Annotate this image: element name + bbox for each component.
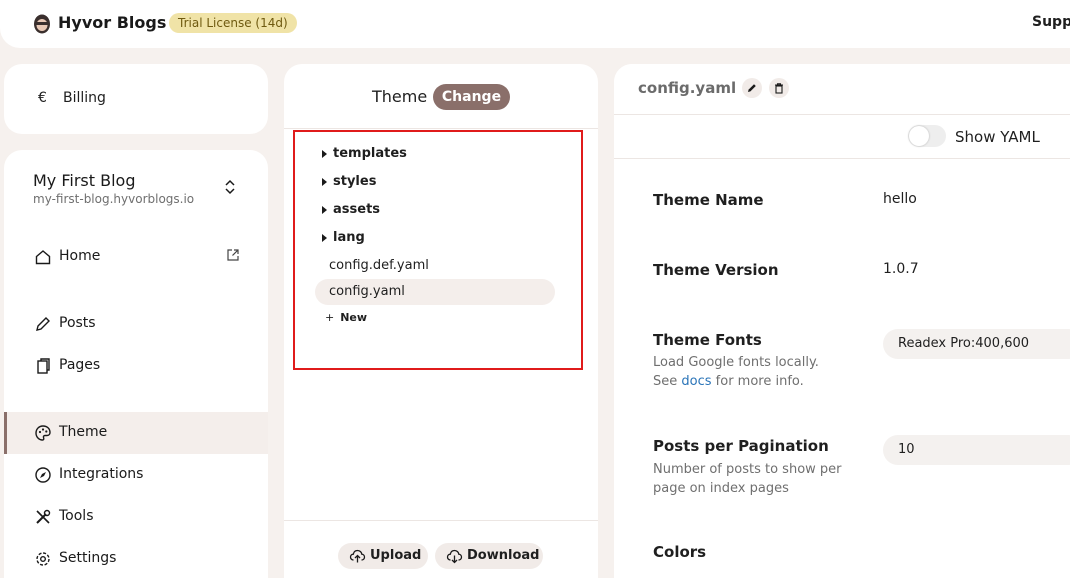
gear-icon (36, 552, 50, 566)
tree-file-config-def-yaml[interactable]: config.def.yaml (315, 253, 555, 279)
blog-url: my-first-blog.hyvorblogs.io (33, 192, 195, 206)
blog-name[interactable]: My First Blog (33, 171, 135, 190)
theme-name-value: hello (883, 191, 917, 207)
upload-button[interactable]: Upload (338, 543, 428, 569)
sidebar-item-label: Pages (59, 357, 101, 373)
divider (284, 128, 598, 129)
sidebar-item-label: Integrations (59, 466, 144, 482)
pages-icon (37, 358, 50, 374)
theme-version-label: Theme Version (653, 261, 779, 279)
hyvor-logo-icon (34, 14, 50, 34)
app-title: Hyvor Blogs (58, 13, 167, 32)
folder-name: assets (333, 202, 381, 217)
description-line: Load Google fonts locally. (653, 355, 819, 370)
file-tree: templates styles assets lang config.def.… (293, 130, 583, 370)
new-file-button[interactable]: + New (325, 311, 367, 324)
config-file-name: config.yaml (638, 79, 737, 97)
delete-button[interactable] (769, 78, 789, 98)
caret-right-icon (322, 178, 327, 186)
description-suffix: for more info. (715, 374, 804, 389)
trash-icon (775, 83, 783, 94)
plus-icon: + (325, 311, 335, 324)
folder-name: lang (333, 230, 365, 245)
trial-license-badge[interactable]: Trial License (14d) (169, 13, 297, 33)
upload-label: Upload (370, 548, 422, 563)
theme-panel-title: Theme (372, 87, 428, 106)
sidebar-item-label: Home (59, 248, 101, 264)
download-button[interactable]: Download (435, 543, 543, 569)
rename-button[interactable] (742, 78, 762, 98)
sidebar-item-posts[interactable]: Posts (4, 303, 268, 345)
colors-label: Colors (653, 543, 707, 561)
sidebar-item-tools[interactable]: Tools (4, 496, 268, 538)
euro-icon: € (38, 90, 47, 106)
divider (614, 158, 1070, 159)
toggle-knob (909, 126, 929, 146)
cloud-upload-icon (349, 549, 366, 563)
theme-fonts-label: Theme Fonts (653, 331, 762, 349)
caret-right-icon (322, 206, 327, 214)
posts-per-pagination-input[interactable]: 10 (883, 435, 1070, 465)
external-link-icon[interactable] (226, 248, 240, 262)
theme-files-panel: Theme Change templates styles assets lan… (284, 64, 598, 578)
blog-switcher-icon[interactable] (222, 178, 238, 196)
support-link[interactable]: Suppo (1032, 14, 1070, 30)
folder-name: styles (333, 174, 377, 189)
top-bar: Hyvor Blogs Trial License (14d) Suppo (0, 0, 1070, 48)
palette-icon (35, 425, 51, 441)
posts-per-pagination-label: Posts per Pagination (653, 437, 829, 455)
sidebar-item-label: Settings (59, 550, 117, 566)
sidebar-item-pages[interactable]: Pages (4, 345, 268, 387)
posts-per-pagination-description: Number of posts to show per page on inde… (653, 462, 842, 496)
sidebar-nav: My First Blog my-first-blog.hyvorblogs.i… (4, 150, 268, 578)
caret-right-icon (322, 234, 327, 242)
sidebar-item-label: Tools (59, 508, 94, 524)
divider (614, 114, 1070, 115)
docs-link[interactable]: docs (681, 374, 711, 389)
tree-file-config-yaml[interactable]: config.yaml (315, 279, 555, 305)
download-label: Download (467, 548, 540, 563)
billing-label: Billing (63, 90, 106, 106)
integrations-icon (35, 467, 51, 483)
theme-fonts-description: Load Google fonts locally. See docs for … (653, 353, 863, 391)
divider (284, 520, 598, 521)
caret-right-icon (322, 150, 327, 158)
home-icon (35, 250, 51, 265)
change-theme-button[interactable]: Change (433, 84, 510, 110)
sidebar-item-label: Posts (59, 315, 96, 331)
billing-card[interactable]: € Billing (4, 64, 268, 134)
sidebar-item-label: Theme (59, 424, 108, 440)
sidebar-item-settings[interactable]: Settings (4, 538, 268, 578)
description-line: See docs for more info. (653, 372, 863, 391)
folder-name: templates (333, 146, 407, 161)
new-label: New (340, 311, 368, 324)
config-header: config.yaml (614, 64, 1070, 114)
theme-version-value: 1.0.7 (883, 261, 919, 277)
pencil-icon (36, 317, 50, 331)
sidebar-item-home[interactable]: Home (4, 236, 268, 278)
sidebar-item-theme[interactable]: Theme (4, 412, 268, 454)
cloud-download-icon (446, 549, 463, 564)
pencil-icon (748, 84, 756, 92)
theme-name-label: Theme Name (653, 191, 764, 209)
show-yaml-label: Show YAML (955, 128, 1040, 146)
tools-icon (36, 509, 51, 524)
sidebar-item-integrations[interactable]: Integrations (4, 454, 268, 496)
description-prefix: See (653, 374, 678, 389)
theme-fonts-input[interactable]: Readex Pro:400,600 (883, 329, 1070, 359)
config-editor-panel: config.yaml Show YAML Theme Name hello T… (614, 64, 1070, 578)
